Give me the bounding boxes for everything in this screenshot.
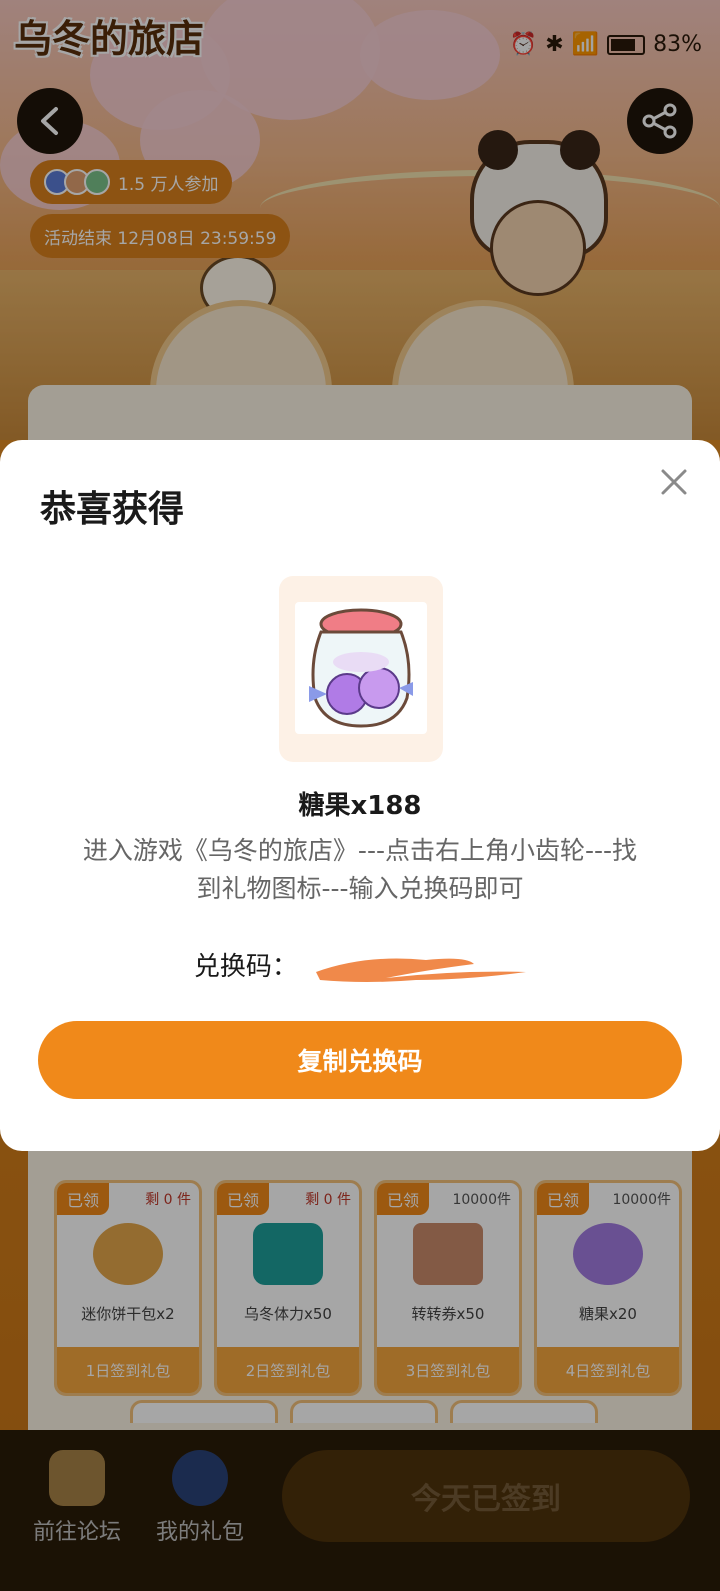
candy-jar-icon [309, 608, 413, 728]
copy-code-button[interactable]: 复制兑换码 [38, 1021, 682, 1099]
redeem-code-label: 兑换码： [193, 952, 298, 982]
redeem-instructions: 进入游戏《乌冬的旅店》---点击右上角小齿轮---找到礼物图标---输入兑换码即… [82, 836, 638, 903]
close-button[interactable] [650, 458, 698, 506]
bottom-overlay [0, 1430, 720, 1591]
reward-item-image [295, 602, 427, 734]
redeem-code-row: 兑换码： [0, 946, 720, 983]
redacted-code [306, 956, 527, 982]
reward-item-name: 糖果x188 [298, 791, 422, 821]
dialog-title: 恭喜获得 [40, 489, 185, 530]
reward-item-frame [279, 576, 443, 762]
reward-dialog: 恭喜获得 糖果x188 进入游戏《乌冬的旅店》---点击右上角小齿轮---找到礼… [0, 440, 720, 1151]
close-icon [661, 469, 687, 495]
